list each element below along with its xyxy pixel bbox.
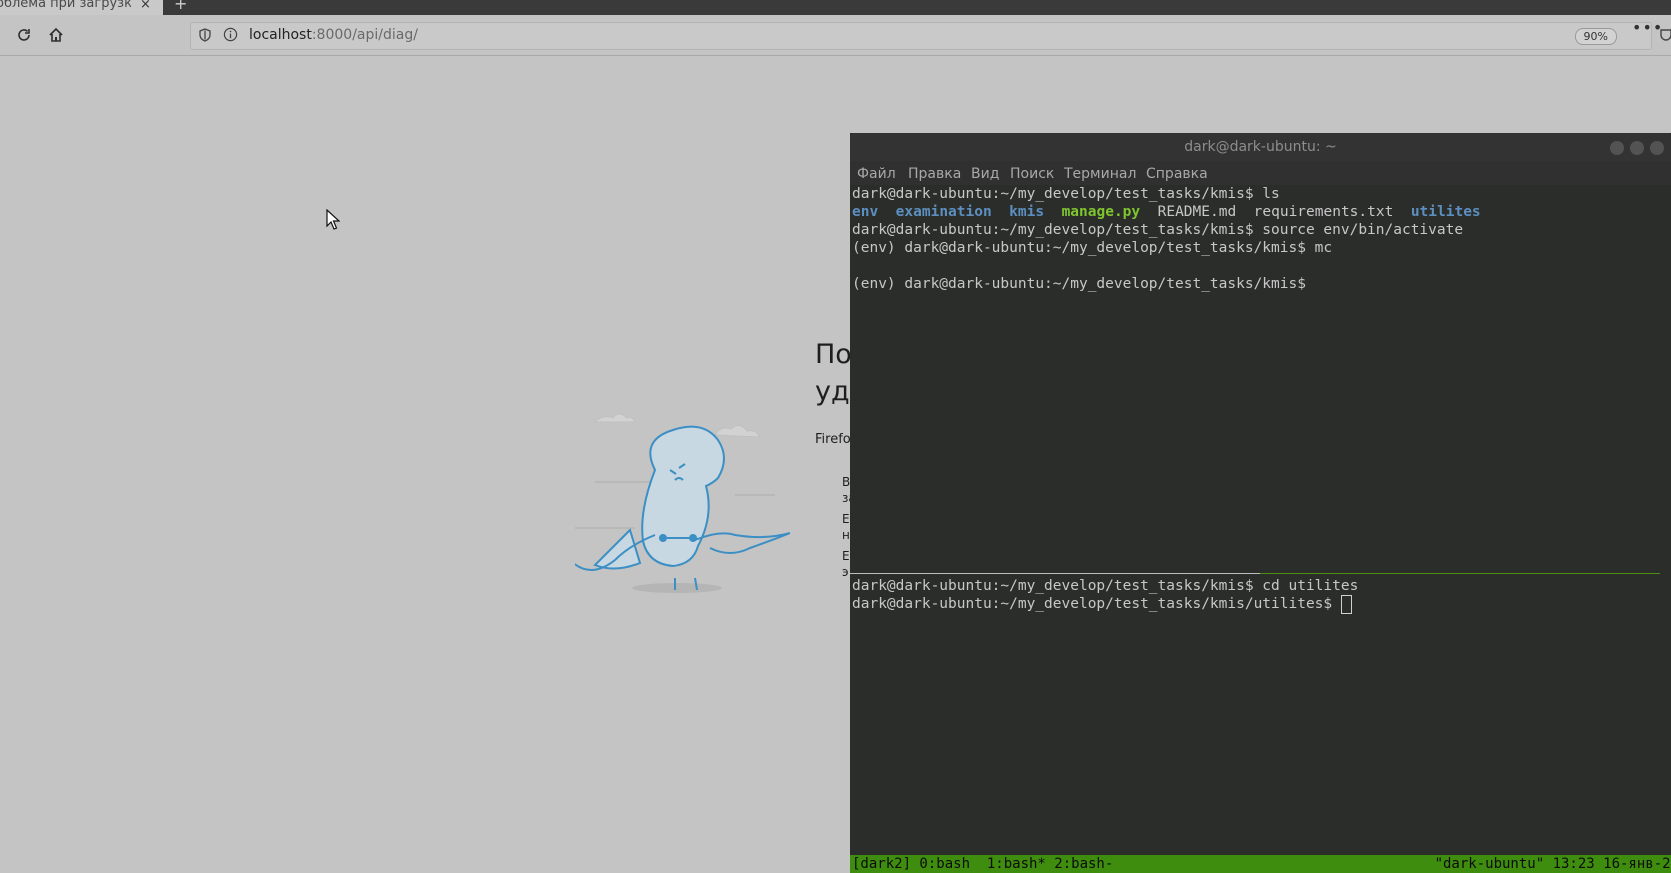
tmux-status-right: "dark-ubuntu" 13:23 16-янв-20 — [1434, 856, 1671, 872]
new-tab-button[interactable]: + — [174, 0, 187, 13]
terminal-line: (env) dark@dark-ubuntu:~/my_develop/test… — [852, 276, 1306, 292]
navigation-toolbar: localhost:8000/api/diag/ 90% — [0, 15, 1671, 56]
terminal-line: dark@dark-ubuntu:~/my_develop/test_tasks… — [852, 186, 1280, 202]
tab-title: облема при загрузке — [0, 0, 131, 11]
ls-output-line: env examination kmis manage.py README.md… — [852, 203, 1481, 221]
error-dinosaur-illustration — [575, 413, 790, 593]
terminal-body[interactable]: dark@dark-ubuntu:~/my_develop/test_tasks… — [850, 185, 1671, 819]
terminal-line: dark@dark-ubuntu:~/my_develop/test_tasks… — [852, 578, 1359, 594]
maximize-button[interactable] — [1630, 141, 1644, 155]
reload-icon — [18, 29, 30, 41]
terminal-line: (env) dark@dark-ubuntu:~/my_develop/test… — [852, 240, 1333, 256]
url-bar[interactable]: localhost:8000/api/diag/ 90% — [190, 22, 1652, 50]
mouse-pointer-icon — [326, 209, 340, 230]
terminal-window-title: dark@dark-ubuntu: ~ — [1184, 139, 1337, 155]
terminal-prompt: dark@dark-ubuntu:~/my_develop/test_tasks… — [852, 596, 1341, 612]
menu-search[interactable]: Поиск — [1010, 166, 1054, 182]
tab-close-icon[interactable]: × — [140, 0, 151, 12]
ls-entry: README.md — [1157, 204, 1237, 220]
menu-view[interactable]: Вид — [971, 166, 999, 182]
ls-entry: manage.py — [1061, 204, 1141, 220]
url-host: localhost — [249, 27, 312, 43]
terminal-line: dark@dark-ubuntu:~/my_develop/test_tasks… — [852, 222, 1464, 238]
terminal-prompt-line: dark@dark-ubuntu:~/my_develop/test_tasks… — [852, 595, 1352, 614]
tab-strip: облема при загрузке × + — [0, 0, 1671, 15]
error-page-description: Firefo — [815, 432, 851, 447]
home-button[interactable] — [44, 23, 68, 47]
menu-file[interactable]: Файл — [857, 166, 896, 182]
ls-entry: env — [852, 204, 879, 220]
tracking-shield-icon[interactable] — [199, 28, 211, 42]
ls-entry: kmis — [1009, 204, 1045, 220]
tmux-status-bar: [dark2] 0:bash 1:bash* 2:bash- "dark-ubu… — [850, 855, 1671, 873]
menu-edit[interactable]: Правка — [908, 166, 961, 182]
url-text[interactable]: localhost:8000/api/diag/ — [249, 27, 418, 43]
minimize-button[interactable] — [1610, 141, 1624, 155]
tmux-window-list[interactable]: [dark2] 0:bash 1:bash* 2:bash- — [852, 855, 1113, 873]
terminal-cursor — [1340, 595, 1352, 614]
reload-button[interactable] — [12, 23, 36, 47]
ls-entry: utilites — [1410, 204, 1481, 220]
menu-terminal[interactable]: Терминал — [1064, 166, 1136, 182]
tmux-pane-divider-active — [850, 573, 1260, 574]
page-actions-menu-icon[interactable]: ••• — [1632, 18, 1663, 37]
browser-tab[interactable]: облема при загрузке × — [0, 0, 163, 15]
pocket-icon[interactable] — [1660, 28, 1671, 42]
ls-entry: requirements.txt — [1253, 204, 1394, 220]
close-button[interactable] — [1650, 141, 1664, 155]
home-icon — [49, 27, 63, 42]
url-path: :8000/api/diag/ — [311, 27, 418, 43]
site-info-icon[interactable] — [223, 27, 238, 42]
menu-help[interactable]: Справка — [1146, 166, 1208, 182]
terminal-titlebar[interactable]: dark@dark-ubuntu: ~ — [850, 133, 1671, 161]
ls-entry: examination — [895, 204, 992, 220]
terminal-window[interactable]: dark@dark-ubuntu: ~ Файл Правка Вид Поис… — [850, 133, 1671, 873]
zoom-level-badge[interactable]: 90% — [1574, 28, 1617, 45]
terminal-menubar: Файл Правка Вид Поиск Терминал Справка — [850, 161, 1671, 185]
